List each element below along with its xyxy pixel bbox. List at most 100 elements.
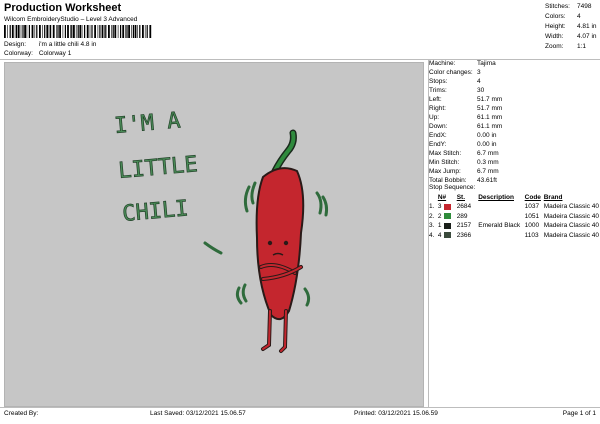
barcode-bar xyxy=(79,25,82,38)
max-jump-label: Max Jump: xyxy=(429,168,461,175)
total-bobbin-value: 43.61ft xyxy=(477,177,497,184)
thread-color-swatch xyxy=(444,222,452,229)
page-number: Page 1 of 1 xyxy=(562,410,596,417)
total-bobbin-row: Total Bobbin: 43.61ft xyxy=(429,177,497,184)
width-value: 4.07 in xyxy=(577,33,597,40)
height-value: 4.81 in xyxy=(577,23,597,30)
stop-index: 1. xyxy=(429,203,435,211)
barcode-bar xyxy=(77,25,79,38)
design-lettering: I'M A LITTLE CHILI xyxy=(113,108,199,227)
barcode-bar xyxy=(104,25,105,38)
barcode-bar xyxy=(39,25,41,38)
summary-stats: Stitches: 7498 Colors: 4 Height: 4.81 in Wi… xyxy=(545,2,597,52)
stop-description xyxy=(478,212,524,222)
stop-needle-number: 4 xyxy=(437,231,442,239)
stops-label: Stops: xyxy=(429,78,448,85)
thread-color-swatch xyxy=(444,232,452,239)
barcode-bar xyxy=(126,25,128,38)
thread-color-swatch xyxy=(444,213,452,220)
endx-row: EndX: 0.00 in xyxy=(429,132,497,139)
left-row: Left: 51.7 mm xyxy=(429,96,502,103)
design-text-line-2: LITTLE xyxy=(117,152,198,184)
barcode-bar xyxy=(50,25,52,38)
barcode-bar xyxy=(70,25,71,38)
barcode-bar xyxy=(86,25,89,38)
barcode-bar xyxy=(99,25,101,38)
zoom-line: Zoom: 1:1 xyxy=(545,42,597,52)
stop-brand: Madeira Classic 40 xyxy=(543,222,599,230)
stop-stitches: 2366 xyxy=(456,231,472,239)
embroidery-preview: I'M A LITTLE CHILI xyxy=(113,108,329,353)
barcode-bar xyxy=(57,25,59,38)
col-code: Code xyxy=(524,194,541,201)
endy-label: EndY: xyxy=(429,141,447,148)
stop-code: 1037 xyxy=(524,203,540,211)
stops-value: 4 xyxy=(477,78,481,85)
barcode-bar xyxy=(112,25,114,38)
stop-row: 2. 2 289 1051 Madeira Classic 40 xyxy=(429,212,599,222)
barcode-bar xyxy=(149,25,152,38)
col-index xyxy=(429,193,438,202)
barcode-bar xyxy=(105,25,107,38)
chili-right-eye xyxy=(283,240,289,246)
barcode-bar xyxy=(131,25,132,38)
left-value: 51.7 mm xyxy=(477,96,503,103)
min-stitch-value: 0.3 mm xyxy=(477,159,499,166)
barcode-bar xyxy=(84,25,86,38)
barcode-bar xyxy=(7,25,8,38)
barcode-bar xyxy=(125,25,126,38)
col-n: N# xyxy=(437,194,447,201)
barcode-bar xyxy=(42,25,43,38)
down-label: Down: xyxy=(429,123,448,130)
barcode-bar xyxy=(75,25,77,38)
stop-code: 1051 xyxy=(524,212,540,220)
stops-row: Stops: 4 xyxy=(429,78,481,85)
machine-row: Machine: Tajima xyxy=(429,60,496,67)
stop-needle-number: 2 xyxy=(437,212,442,220)
design-canvas: I'M A LITTLE CHILI xyxy=(4,62,424,407)
barcode-bar xyxy=(26,25,28,38)
barcode-bar xyxy=(16,25,18,38)
machine-label: Machine: xyxy=(429,60,456,67)
down-value: 61.1 mm xyxy=(477,123,503,130)
stop-brand: Madeira Classic 40 xyxy=(543,231,599,239)
col-brand: Brand xyxy=(543,194,563,201)
max-stitch-value: 6.7 mm xyxy=(477,150,499,157)
barcode-bar xyxy=(144,25,146,38)
stitches-line: Stitches: 7498 xyxy=(545,2,597,12)
min-stitch-label: Min Stitch: xyxy=(429,159,460,166)
zoom-label: Zoom: xyxy=(545,43,564,50)
barcode-bar xyxy=(120,25,122,38)
colors-value: 4 xyxy=(577,13,581,20)
barcode-bar xyxy=(64,25,66,38)
barcode-bar xyxy=(62,25,64,38)
trims-row: Trims: 30 xyxy=(429,87,484,94)
barcode-bar xyxy=(134,25,137,38)
barcode-bar xyxy=(24,25,26,38)
barcode-bar xyxy=(31,25,34,38)
barcode-bar xyxy=(91,25,93,38)
barcode-bar xyxy=(14,25,16,38)
stop-row: 3. 1 2157 Emerald Black 1000 Madeira Classic … xyxy=(429,221,599,231)
machine-value: Tajima xyxy=(477,60,496,67)
colorway-label: Colorway: xyxy=(4,50,33,57)
stop-code: 1103 xyxy=(524,231,539,239)
stop-needle-number: 3 xyxy=(437,203,442,211)
barcode-bar xyxy=(59,25,61,38)
barcode-bar xyxy=(101,25,104,38)
barcode-bar xyxy=(108,25,110,38)
zoom-value: 1:1 xyxy=(577,43,587,50)
stop-table-header: N# St. Description Code Brand xyxy=(429,193,599,202)
page-title: Production Worksheet xyxy=(4,2,122,14)
stop-row: 1. 3 2684 1037 Madeira Classic 40 xyxy=(429,202,599,212)
barcode-bar xyxy=(52,25,55,38)
barcode-bar xyxy=(122,25,125,38)
barcode-bar xyxy=(128,25,130,38)
endy-row: EndY: 0.00 in xyxy=(429,141,497,148)
stop-code: 1000 xyxy=(524,222,540,230)
barcode-bar xyxy=(28,25,30,38)
software-name: Wilcom EmbroideryStudio – Level 3 Advanc… xyxy=(4,16,138,23)
stop-brand: Madeira Classic 40 xyxy=(543,212,599,220)
endy-value: 0.00 in xyxy=(477,141,497,148)
barcode-bar xyxy=(146,25,148,38)
